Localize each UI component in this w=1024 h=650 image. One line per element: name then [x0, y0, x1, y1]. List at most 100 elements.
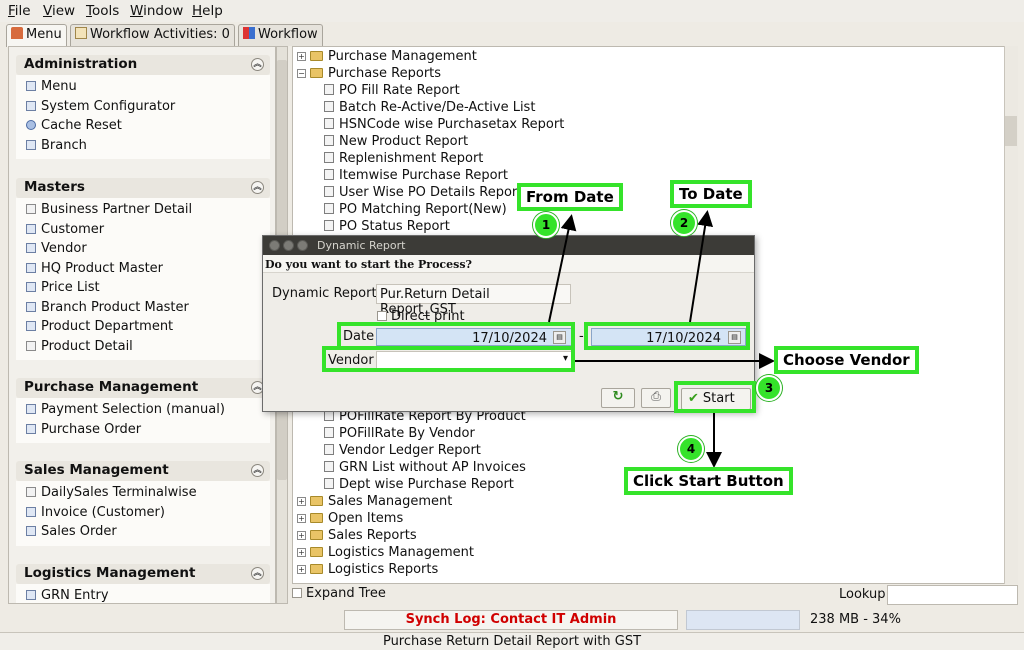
menu-file[interactable]: File [8, 3, 31, 19]
report-icon [324, 444, 334, 455]
tree-folder-sales-reports[interactable]: + Sales Reports [297, 528, 417, 545]
step-badge-4: 4 [678, 436, 704, 462]
sidebar-item-label: Sales Order [41, 524, 117, 539]
sidebar-item-label: Cache Reset [41, 118, 122, 133]
tree-item-report[interactable]: New Product Report [324, 134, 468, 151]
memory-bar [686, 610, 800, 630]
tree-item-report[interactable]: POFillRate By Vendor [324, 426, 475, 443]
expand-icon[interactable]: + [297, 514, 306, 523]
tree-item-report[interactable]: Batch Re-Active/De-Active List [324, 100, 535, 117]
maximize-window-icon[interactable] [297, 240, 308, 251]
sidebar-item-branch[interactable]: Branch [16, 138, 270, 158]
tree-item-report[interactable]: Vendor Ledger Report [324, 443, 481, 460]
window-icon [26, 262, 36, 273]
tree-item-report[interactable]: Dept wise Purchase Report [324, 477, 514, 494]
menu-window[interactable]: Window [130, 3, 183, 19]
tab-menu[interactable]: Menu [6, 24, 67, 47]
lookup-input[interactable] [887, 585, 1018, 605]
vendor-highlight [322, 346, 575, 372]
tab-bar: Menu Workflow Activities: 0 Workflow [0, 22, 1024, 47]
expand-tree-checkbox[interactable]: Expand Tree [292, 586, 386, 601]
tree-item-report[interactable]: PO Fill Rate Report [324, 83, 460, 100]
menu-help[interactable]: Help [192, 3, 223, 19]
expand-tree-label: Expand Tree [306, 586, 386, 601]
collapse-icon[interactable]: − [297, 69, 306, 78]
sidebar-item-label: Price List [41, 280, 100, 295]
collapse-icon[interactable]: ︽ [251, 464, 264, 477]
sidebar-item-label: Branch Product Master [41, 299, 189, 315]
section-header-purchase-management[interactable]: Purchase Management ︽ [16, 378, 270, 398]
report-icon [324, 203, 334, 214]
expand-icon[interactable]: + [297, 531, 306, 540]
report-label: Dynamic Report [272, 286, 377, 301]
tree-item-report[interactable]: HSNCode wise Purchasetax Report [324, 117, 564, 134]
sidebar-item-customer[interactable]: Customer [16, 222, 270, 242]
expand-icon[interactable]: + [297, 497, 306, 506]
sidebar-item-invoice-customer[interactable]: Invoice (Customer) [16, 505, 270, 525]
sidebar-item-hq-product-master[interactable]: HQ Product Master [16, 261, 270, 281]
sidebar-item-sales-order[interactable]: Sales Order [16, 524, 270, 544]
checkbox-icon[interactable] [292, 588, 302, 598]
sidebar-item-label: Purchase Order [41, 421, 142, 437]
expand-icon[interactable]: + [297, 565, 306, 574]
menu-tools[interactable]: Tools [86, 3, 119, 19]
tree-item-report[interactable]: Itemwise Purchase Report [324, 168, 508, 185]
tree-scroll-thumb[interactable] [1005, 116, 1017, 146]
tree-folder-sales-management[interactable]: + Sales Management [297, 494, 452, 511]
tab-workflow-activities[interactable]: Workflow Activities: 0 [70, 24, 235, 46]
sidebar-item-label: Branch [41, 137, 87, 153]
folder-icon [310, 513, 323, 523]
sidebar-item-price-list[interactable]: Price List [16, 280, 270, 300]
tab-workflow[interactable]: Workflow [238, 24, 323, 46]
sidebar-item-grn-entry[interactable]: GRN Entry [16, 588, 270, 603]
tree-item-report[interactable]: GRN List without AP Invoices [324, 460, 526, 477]
print-button[interactable]: ⎙ [641, 388, 671, 408]
tree-folder-purchase-reports[interactable]: − Purchase Reports [297, 66, 441, 83]
sidebar-item-dailysales-terminalwise[interactable]: DailySales Terminalwise [16, 485, 270, 505]
sidebar-item-product-department[interactable]: Product Department [16, 319, 270, 339]
menu-view[interactable]: View [43, 3, 75, 19]
sidebar-item-purchase-order[interactable]: Purchase Order [16, 422, 270, 442]
tree-folder-logistics-management[interactable]: + Logistics Management [297, 545, 474, 562]
synch-log-status[interactable]: Synch Log: Contact IT Admin [344, 610, 678, 630]
tree-folder-logistics-reports[interactable]: + Logistics Reports [297, 562, 438, 579]
tree-item-report[interactable]: PO Status Report [324, 219, 450, 236]
sidebar-item-vendor[interactable]: Vendor [16, 241, 270, 261]
close-window-icon[interactable] [269, 240, 280, 251]
section-title: Purchase Management [24, 379, 199, 395]
tree-item-report[interactable]: PO Matching Report(New) [324, 202, 507, 219]
report-icon [324, 478, 334, 489]
expand-icon[interactable]: + [297, 548, 306, 557]
lookup-label: Lookup [839, 587, 886, 602]
collapse-icon[interactable]: ︽ [251, 567, 264, 580]
sidebar-item-menu[interactable]: Menu [16, 79, 270, 99]
to-date-callout: To Date [670, 180, 752, 208]
report-icon [324, 84, 334, 95]
section-header-administration[interactable]: Administration ︽ [16, 55, 270, 75]
tree-folder-purchase-management[interactable]: + Purchase Management [297, 49, 477, 66]
refresh-button[interactable]: ↻ [601, 388, 635, 408]
collapse-icon[interactable]: ︽ [251, 181, 264, 194]
tree-label: Dept wise Purchase Report [339, 477, 514, 492]
section-header-logistics-management[interactable]: Logistics Management ︽ [16, 564, 270, 584]
section-title: Administration [24, 56, 138, 72]
sidebar-item-cache-reset[interactable]: Cache Reset [16, 118, 270, 138]
sidebar-item-branch-product-master[interactable]: Branch Product Master [16, 300, 270, 320]
minimize-window-icon[interactable] [283, 240, 294, 251]
section-title: Logistics Management [24, 565, 196, 581]
tree-label: Logistics Management [328, 545, 475, 560]
sidebar-item-business-partner-detail[interactable]: Business Partner Detail [16, 202, 270, 222]
tree-item-report[interactable]: Replenishment Report [324, 151, 483, 168]
expand-icon[interactable]: + [297, 52, 306, 61]
section-header-sales-management[interactable]: Sales Management ︽ [16, 461, 270, 481]
tree-folder-open-items[interactable]: + Open Items [297, 511, 403, 528]
section-header-masters[interactable]: Masters ︽ [16, 178, 270, 198]
tree-item-report[interactable]: User Wise PO Details Report [324, 185, 522, 202]
choose-vendor-callout: Choose Vendor [774, 346, 919, 374]
collapse-icon[interactable]: ︽ [251, 58, 264, 71]
sidebar-item-payment-selection[interactable]: Payment Selection (manual) [16, 402, 270, 422]
dialog-titlebar[interactable]: Dynamic Report [263, 236, 754, 255]
sidebar-item-product-detail[interactable]: Product Detail [16, 339, 270, 359]
checkbox-icon[interactable] [377, 311, 387, 321]
sidebar-item-system-configurator[interactable]: System Configurator [16, 99, 270, 119]
